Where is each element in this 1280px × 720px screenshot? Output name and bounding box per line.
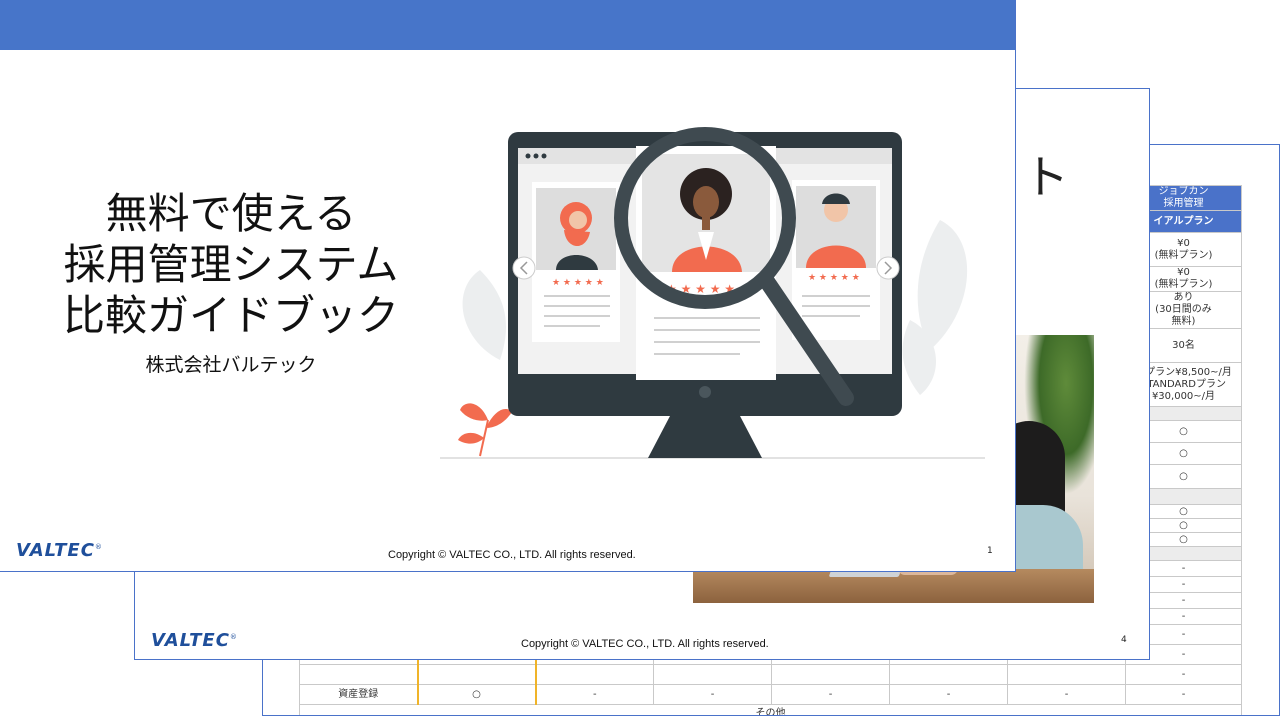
svg-text:★ ★ ★ ★ ★: ★ ★ ★ ★ ★ [808, 273, 860, 283]
table-cell [653, 664, 772, 685]
table-cell: - [1007, 684, 1126, 705]
copyright-text: Copyright © VALTEC CO., LTD. All rights … [521, 638, 769, 650]
plant-icon [458, 403, 512, 457]
table-cell [416, 664, 537, 685]
page-number: 1 [987, 546, 993, 556]
table-cell: - [1125, 684, 1242, 705]
table-cell [771, 664, 890, 685]
title-line: 採用管理システム [63, 240, 399, 289]
chevron-left-icon [512, 256, 536, 280]
table-cell: ○ [416, 684, 537, 705]
recruitment-illustration: ★ ★ ★ ★ ★ ★ ★ ★ ★ ★ ★ ★ ★ ★ ★ [440, 127, 985, 459]
table-cell [1007, 664, 1126, 685]
table-cell: その他 [299, 704, 1242, 715]
table-row: その他 [299, 704, 1242, 715]
title-line: 無料で使える [105, 189, 357, 238]
valtec-logo: VALTEC® [16, 540, 103, 561]
table-cell [535, 664, 654, 685]
title-line: 比較ガイドブック [62, 291, 399, 340]
table-cell: - [653, 684, 772, 705]
title-bar [0, 0, 1015, 50]
table-cell: 資産登録 [299, 684, 418, 705]
table-row: - [299, 664, 1242, 685]
front-slide-cover: 無料で使える 採用管理システム 比較ガイドブック 株式会社バルテック ★ ★ ★… [0, 0, 1016, 572]
table-cell [299, 664, 418, 685]
copyright-text: Copyright © VALTEC CO., LTD. All rights … [388, 549, 636, 561]
table-row: 資産登録 ○ - - - - - - [299, 684, 1242, 705]
table-cell: - [771, 684, 890, 705]
table-cell: - [889, 684, 1008, 705]
slide-title-fragment: ト [1023, 150, 1069, 204]
chevron-right-icon [876, 256, 900, 280]
company-name: 株式会社バルテック [145, 354, 317, 376]
table-cell: - [535, 684, 654, 705]
cover-title: 無料で使える 採用管理システム 比較ガイドブック [46, 188, 416, 341]
svg-text:★ ★ ★ ★ ★: ★ ★ ★ ★ ★ [552, 278, 604, 288]
table-cell [889, 664, 1008, 685]
valtec-logo: VALTEC® [151, 630, 238, 651]
table-cell: - [1125, 664, 1242, 685]
page-number: 4 [1121, 635, 1127, 645]
